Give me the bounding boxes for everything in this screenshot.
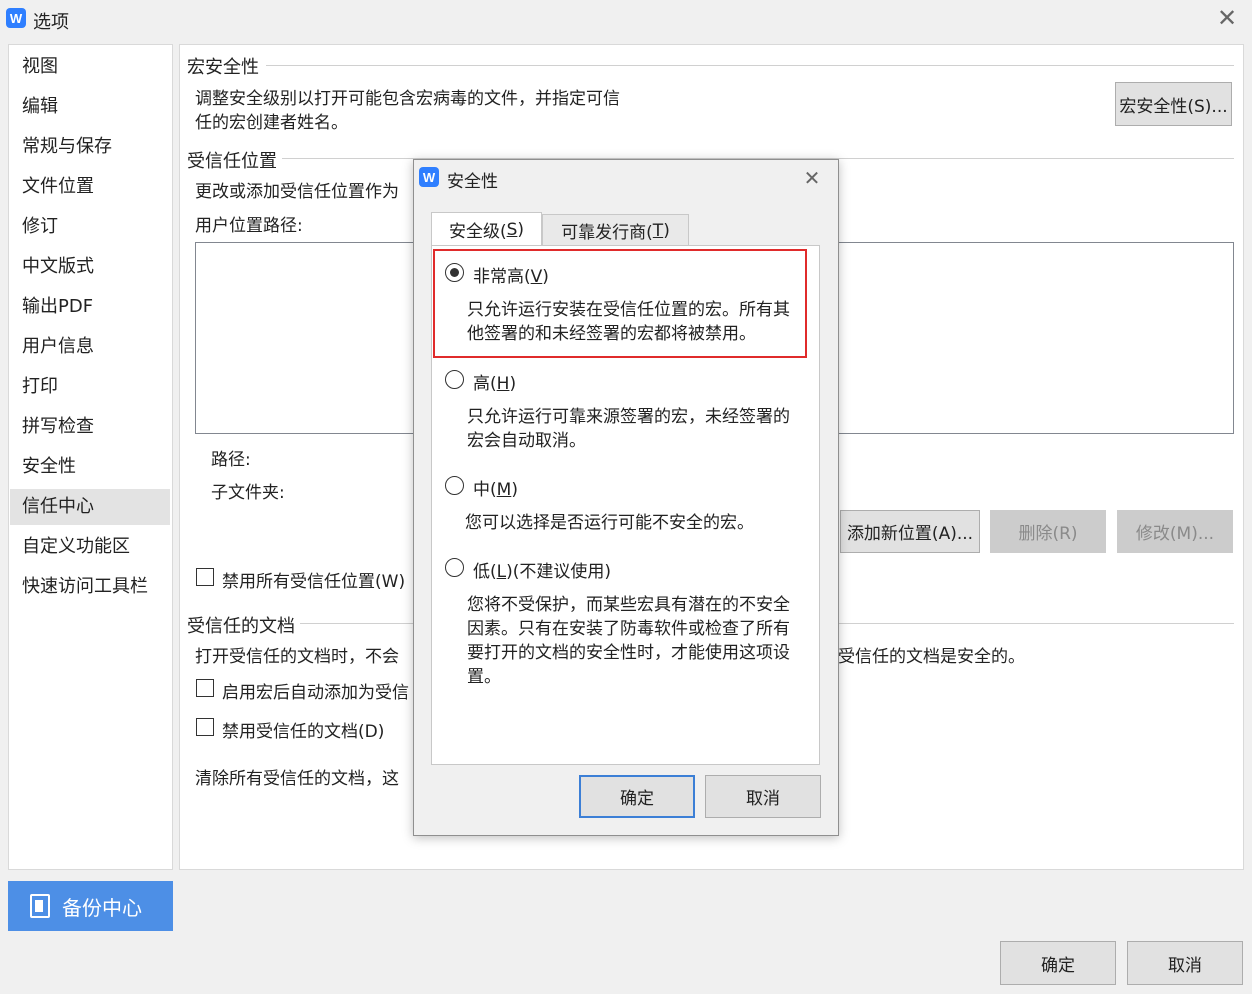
very-high-label-suffix: )	[542, 267, 549, 287]
very-high-radio[interactable]	[445, 263, 464, 282]
nav-item-export-pdf[interactable]: 输出PDF	[10, 289, 170, 325]
nav-item-security[interactable]: 安全性	[10, 449, 170, 485]
medium-label-suffix: )	[511, 480, 518, 500]
high-label[interactable]: 高(H)	[473, 369, 516, 394]
medium-radio[interactable]	[445, 476, 464, 495]
wps-logo-icon: W	[6, 8, 26, 28]
nav-item-general-save[interactable]: 常规与保存	[10, 129, 170, 165]
tab-trusted-publishers-label: 可靠发行商(	[561, 223, 653, 243]
nav-item-chinese-layout[interactable]: 中文版式	[10, 249, 170, 285]
trusted-locations-title: 受信任位置	[187, 151, 277, 172]
backup-icon	[30, 894, 50, 918]
disable-all-trusted-locations-label: 禁用所有受信任位置(W)	[222, 572, 406, 592]
delete-location-button[interactable]: 删除(R)	[990, 510, 1106, 553]
modify-location-button[interactable]: 修改(M)...	[1117, 510, 1233, 553]
low-label-text: 低(	[473, 562, 497, 582]
auto-add-trusted-label: 启用宏后自动添加为受信	[222, 683, 409, 703]
very-high-label-key: V	[530, 267, 543, 287]
medium-label[interactable]: 中(M)	[473, 475, 518, 500]
high-desc: 只允许运行可靠来源签署的宏，未经签署的宏会自动取消。	[467, 407, 790, 451]
low-radio[interactable]	[445, 558, 464, 577]
trusted-documents-desc-left: 打开受信任的文档时，不会	[195, 647, 399, 667]
backup-center-label: 备份中心	[62, 895, 142, 920]
close-icon[interactable]: ✕	[1214, 6, 1240, 32]
dialog-title: 安全性	[447, 172, 498, 192]
medium-label-text: 中(	[473, 480, 497, 500]
dialog-cancel-button[interactable]: 取消	[705, 775, 821, 818]
auto-add-trusted-checkbox[interactable]	[196, 679, 214, 697]
clear-trusted-documents-text: 清除所有受信任的文档，这	[195, 769, 399, 789]
very-high-desc: 只允许运行安装在受信任位置的宏。所有其他签署的和未经签署的宏都将被禁用。	[467, 300, 790, 344]
tab-trusted-publishers[interactable]: 可靠发行商(T)	[542, 214, 689, 246]
dialog-close-icon[interactable]: ✕	[800, 166, 824, 190]
ok-button[interactable]: 确定	[1000, 941, 1116, 985]
disable-trusted-documents-checkbox[interactable]	[196, 718, 214, 736]
macro-security-title: 宏安全性	[187, 57, 259, 78]
high-label-key: H	[496, 374, 510, 394]
tab-security-level-label: 安全级(	[448, 222, 507, 242]
medium-label-key: M	[496, 480, 512, 500]
nav-item-revision[interactable]: 修订	[10, 209, 170, 245]
tab-security-level[interactable]: 安全级(S)	[431, 212, 542, 246]
security-dialog: W 安全性 ✕ 安全级(S) 可靠发行商(T) 非常高(V) 只允许运行安装在受…	[413, 159, 839, 836]
low-label-key: L	[496, 562, 507, 582]
macro-security-divider	[266, 65, 1234, 66]
title-bar: W 选项 ✕	[0, 0, 1252, 38]
window-title: 选项	[33, 12, 69, 33]
nav-item-spell-check[interactable]: 拼写检查	[10, 409, 170, 445]
medium-desc: 您可以选择是否运行可能不安全的宏。	[465, 513, 754, 533]
backup-center-button[interactable]: 备份中心	[8, 881, 173, 931]
nav-item-print[interactable]: 打印	[10, 369, 170, 405]
options-nav: 视图 编辑 常规与保存 文件位置 修订 中文版式 输出PDF 用户信息 打印 拼…	[8, 44, 173, 870]
disable-all-trusted-locations-checkbox[interactable]	[196, 568, 214, 586]
nav-item-view[interactable]: 视图	[10, 49, 170, 85]
very-high-label[interactable]: 非常高(V)	[473, 262, 549, 287]
nav-item-edit[interactable]: 编辑	[10, 89, 170, 125]
high-radio[interactable]	[445, 370, 464, 389]
disable-trusted-documents-label: 禁用受信任的文档(D)	[222, 722, 385, 742]
nav-item-user-info[interactable]: 用户信息	[10, 329, 170, 365]
trusted-locations-desc: 更改或添加受信任位置作为	[195, 182, 399, 202]
low-label[interactable]: 低(L)(不建议使用)	[473, 557, 611, 582]
nav-item-quick-access-toolbar[interactable]: 快速访问工具栏	[10, 569, 170, 605]
macro-security-desc-1: 调整安全级别以打开可能包含宏病毒的文件，并指定可信	[195, 89, 620, 109]
add-location-button[interactable]: 添加新位置(A)...	[840, 510, 980, 553]
dialog-wps-logo-icon: W	[419, 167, 439, 187]
nav-item-file-location[interactable]: 文件位置	[10, 169, 170, 205]
tab-trusted-publishers-suffix: )	[663, 220, 670, 241]
path-label: 路径:	[211, 450, 251, 470]
nav-item-trust-center[interactable]: 信任中心	[10, 489, 170, 525]
high-label-suffix: )	[509, 374, 517, 394]
macro-security-desc-2: 任的宏创建者姓名。	[195, 113, 348, 133]
tab-security-level-suffix: )	[517, 219, 525, 240]
cancel-button[interactable]: 取消	[1127, 941, 1243, 985]
subfolder-label: 子文件夹:	[211, 483, 285, 503]
trusted-documents-title: 受信任的文档	[187, 616, 295, 637]
low-label-suffix: )(不建议使用)	[506, 562, 612, 582]
low-desc: 您将不受保护，而某些宏具有潜在的不安全因素。只有在安装了防毒软件或检查了所有要打…	[467, 595, 790, 687]
nav-item-customize-ribbon[interactable]: 自定义功能区	[10, 529, 170, 565]
very-high-label-text: 非常高(	[473, 267, 531, 287]
dialog-ok-button[interactable]: 确定	[579, 775, 695, 818]
user-location-path-label: 用户位置路径:	[195, 216, 303, 236]
tab-trusted-publishers-key: T	[652, 220, 664, 241]
macro-security-button[interactable]: 宏安全性(S)...	[1115, 82, 1232, 126]
trusted-documents-desc-right: 受信任的文档是安全的。	[838, 647, 1025, 667]
tab-security-level-key: S	[506, 219, 518, 240]
high-label-text: 高(	[473, 374, 497, 394]
